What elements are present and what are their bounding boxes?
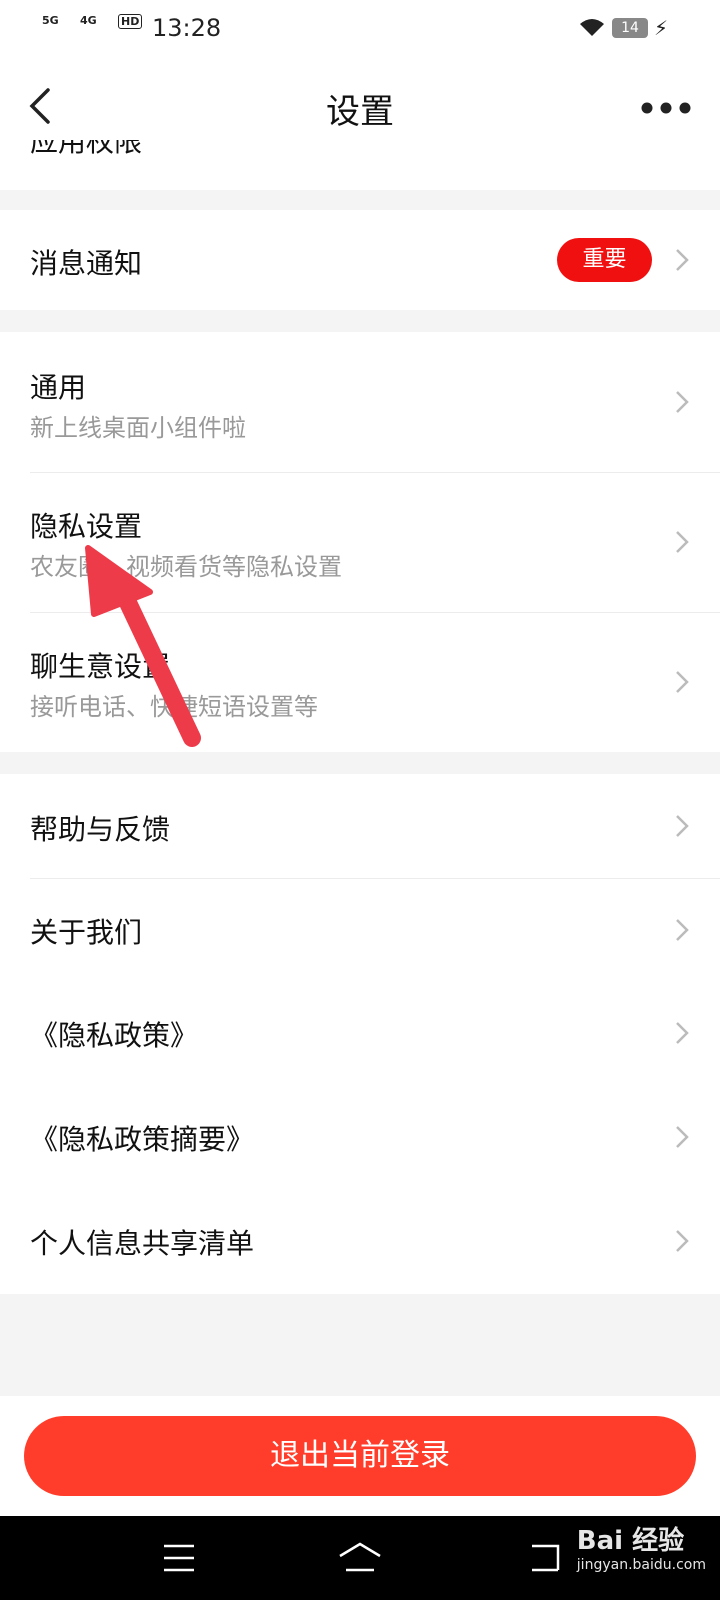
- settings-row-help[interactable]: 帮助与反馈: [0, 774, 720, 878]
- settings-row-general[interactable]: 通用 新上线桌面小组件啦: [0, 332, 720, 472]
- settings-row-privacy-policy[interactable]: 《隐私政策》: [0, 982, 720, 1086]
- scrolled-item-label[interactable]: 应用权限: [30, 140, 330, 154]
- chevron-right-icon: [676, 531, 689, 553]
- row-label: 关于我们: [30, 916, 143, 949]
- row-label: 聊生意设置: [30, 650, 171, 683]
- home-icon[interactable]: [336, 1540, 384, 1576]
- row-label: 《隐私政策摘要》: [30, 1123, 255, 1156]
- chevron-right-icon: [676, 391, 689, 413]
- wifi-icon: [578, 16, 606, 38]
- row-label: 《隐私政策》: [30, 1019, 199, 1052]
- network-5g-indicator: 5G: [42, 14, 59, 27]
- more-options-icon[interactable]: [640, 100, 692, 114]
- row-label: 个人信息共享清单: [30, 1227, 255, 1260]
- row-subtitle: 农友圈、视频看货等隐私设置: [30, 553, 342, 581]
- baidu-watermark: Bai 经验 jingyan.baidu.com: [577, 1520, 706, 1573]
- status-bar: 5G 4G HD 13:28 14 ⚡: [0, 0, 720, 58]
- scrolled-item-remainder: [0, 154, 720, 190]
- hd-indicator: HD: [118, 14, 143, 29]
- watermark-url: jingyan.baidu.com: [576, 1557, 706, 1573]
- charging-icon: ⚡: [654, 16, 669, 40]
- settings-row-about[interactable]: 关于我们: [0, 879, 720, 982]
- logout-button[interactable]: 退出当前登录: [24, 1416, 696, 1496]
- settings-row-info-sharing[interactable]: 个人信息共享清单: [0, 1190, 720, 1294]
- general-settings-card: 通用 新上线桌面小组件啦 隐私设置 农友圈、视频看货等隐私设置 聊生意设置 接听…: [0, 332, 720, 752]
- row-subtitle: 新上线桌面小组件啦: [30, 414, 246, 442]
- page-title: 设置: [326, 92, 394, 132]
- settings-row-privacy[interactable]: 隐私设置 农友圈、视频看货等隐私设置: [0, 473, 720, 612]
- battery-icon: 14: [612, 18, 648, 38]
- row-subtitle: 接听电话、快捷短语设置等: [30, 693, 318, 721]
- info-card: 帮助与反馈 关于我们 《隐私政策》 《隐私政策摘要》 个人信息共享清单: [0, 774, 720, 1294]
- chevron-right-icon: [676, 815, 689, 837]
- settings-row-business-chat[interactable]: 聊生意设置 接听电话、快捷短语设置等: [0, 613, 720, 752]
- chevron-right-icon: [676, 1230, 689, 1252]
- notifications-card: 消息通知 重要: [0, 210, 720, 310]
- chevron-right-icon: [676, 1022, 689, 1044]
- chevron-right-icon: [676, 919, 689, 941]
- back-nav-icon[interactable]: [528, 1540, 568, 1576]
- row-label: 消息通知: [30, 247, 143, 280]
- chevron-right-icon: [676, 671, 689, 693]
- status-time: 13:28: [152, 14, 222, 42]
- important-badge: 重要: [557, 238, 652, 282]
- chevron-right-icon: [676, 249, 689, 271]
- chevron-right-icon: [676, 1126, 689, 1148]
- watermark-brand: Bai 经验: [576, 1526, 685, 1556]
- settings-row-privacy-summary[interactable]: 《隐私政策摘要》: [0, 1086, 720, 1190]
- menu-icon[interactable]: [162, 1542, 196, 1574]
- network-4g-indicator: 4G: [80, 14, 97, 27]
- settings-row-notifications[interactable]: 消息通知 重要: [0, 210, 720, 310]
- row-label: 隐私设置: [30, 510, 143, 543]
- row-label: 帮助与反馈: [30, 813, 171, 846]
- row-label: 通用: [30, 371, 87, 404]
